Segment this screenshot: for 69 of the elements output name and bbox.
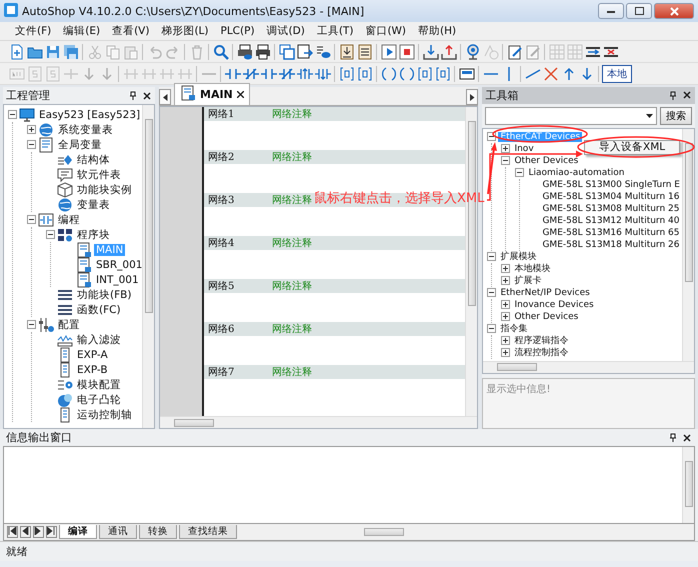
network-label: 网络4 <box>207 237 236 250</box>
panel-title: 工具箱 <box>485 88 520 103</box>
editor-tab[interactable]: MAIN <box>174 83 250 105</box>
network-label: 网络1 <box>207 108 236 121</box>
tree-item[interactable]: EtherNet/IP Devices <box>498 288 592 298</box>
menu-item[interactable]: 帮助(H) <box>413 23 462 39</box>
network-label: 网络3 <box>207 194 236 207</box>
tree-item[interactable]: GME-58L S13M08 Multiturn 25 <box>540 204 682 214</box>
tree-item[interactable]: GME-58L S13M00 SingleTurn E <box>540 180 682 190</box>
menu-item[interactable]: 导入设备XML <box>599 141 666 154</box>
tree-item[interactable]: 程序块 <box>75 228 112 242</box>
tree-item[interactable]: 系统变量表 <box>56 122 115 136</box>
window-title: AutoShop V4.10.2.0 C:\Users\ZY\Documents\Easy523 - [MAIN] <box>22 4 366 18</box>
menu-item[interactable]: 查看(V) <box>107 23 154 39</box>
tree-item[interactable]: Inovance Devices <box>512 300 596 310</box>
network-label: 网络5 <box>207 280 236 293</box>
info-text: 显示选中信息! <box>482 378 695 429</box>
tree-item[interactable]: 编程 <box>56 212 82 226</box>
tree-item[interactable]: GME-58L S13M16 Multiturn 65 <box>540 228 682 238</box>
tree-item[interactable]: 功能块实例 <box>75 182 134 196</box>
tree-item[interactable]: Other Devices <box>512 312 580 322</box>
tree-item[interactable]: EXP-B <box>75 364 110 376</box>
tree-item[interactable]: GME-58L S13M18 Multiturn 26 <box>540 240 682 250</box>
menu-item[interactable]: 调试(D) <box>262 23 310 39</box>
menu-item[interactable]: 工具(T) <box>312 23 358 39</box>
menu-item[interactable]: PLC(P) <box>216 24 260 38</box>
tree-item[interactable]: 程序逻辑指令 <box>512 336 570 346</box>
tree-item[interactable]: 本地模块 <box>512 264 552 274</box>
menu-item[interactable]: 文件(F) <box>10 23 56 39</box>
tree-item[interactable]: 运动控制轴 <box>75 408 134 422</box>
panel-title: 工程管理 <box>6 88 51 103</box>
tree-item[interactable]: SBR_001 <box>94 258 142 270</box>
tree-item[interactable]: 全局变量 <box>56 138 104 152</box>
tree-item[interactable]: 配置 <box>56 318 82 332</box>
tree-item[interactable]: EXP-A <box>75 348 110 360</box>
menu-item[interactable]: 编辑(E) <box>58 23 106 39</box>
tree-item[interactable]: GME-58L S13M12 Multiturn 40 <box>540 216 682 226</box>
tree-item[interactable]: 模块配置 <box>75 378 123 392</box>
output-tab[interactable]: 通讯 <box>99 525 137 539</box>
tree-item[interactable]: INT_001 <box>94 274 141 286</box>
tree-item[interactable]: 变量表 <box>75 198 112 212</box>
network-label: 网络2 <box>207 151 236 164</box>
tree-item[interactable]: 流程控制指令 <box>512 348 570 358</box>
search-button[interactable]: 搜索 <box>660 106 692 125</box>
panel-title: 信息输出窗口 <box>6 430 73 445</box>
tree-item[interactable]: 函数(FC) <box>75 302 123 316</box>
tree-item[interactable]: Inov <box>512 144 536 154</box>
tree-item[interactable]: Other Devices <box>512 156 580 166</box>
local-button[interactable]: 本地 <box>602 64 632 82</box>
tree-item[interactable]: 功能块(FB) <box>75 288 134 302</box>
tree-item[interactable]: Easy523 [Easy523] <box>37 108 142 120</box>
tree-item[interactable]: 输入滤波 <box>75 332 123 346</box>
output-tab[interactable]: 查找结果 <box>179 525 237 539</box>
output-tab[interactable]: 编译 <box>59 525 97 539</box>
tree-item[interactable]: 扩展卡 <box>512 276 544 286</box>
output-tab[interactable]: 转换 <box>139 525 177 539</box>
annotation-text: 鼠标右键点击，选择导入XML <box>314 190 484 207</box>
tree-item[interactable]: 结构体 <box>75 152 112 166</box>
menu-item[interactable]: 窗口(W) <box>360 23 412 39</box>
tree-item[interactable]: Liaomiao-automation <box>526 168 626 178</box>
tree-item[interactable]: GME-58L S13M04 Multiturn 16 <box>540 192 682 202</box>
status-text: 就绪 <box>0 541 698 561</box>
tree-item[interactable]: 扩展模块 <box>498 252 538 262</box>
menu-item[interactable]: 梯形图(L) <box>156 23 214 39</box>
network-label: 网络6 <box>207 323 236 336</box>
tree-item[interactable]: 电子凸轮 <box>75 392 123 406</box>
tree-item[interactable]: 指令集 <box>498 324 530 334</box>
network-label: 网络7 <box>207 366 236 379</box>
tree-item[interactable]: 软元件表 <box>75 168 123 182</box>
